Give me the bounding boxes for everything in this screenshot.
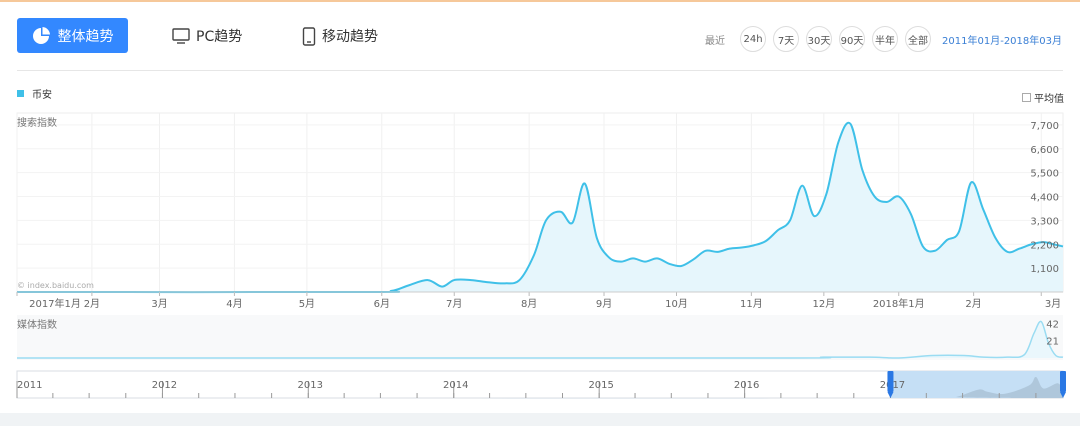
y-tick-label: 4,400 xyxy=(1030,193,1059,204)
handle-bar xyxy=(887,371,894,392)
navigator-year-label: 2016 xyxy=(734,380,759,391)
y-tick-label: 7,700 xyxy=(1030,121,1059,132)
x-tick-label: 2018年1月 xyxy=(873,297,925,310)
x-tick-label: 12月 xyxy=(812,298,835,310)
series-area-fill xyxy=(17,122,1063,293)
y-tick-label: 1,100 xyxy=(1030,264,1059,275)
navigator-year-label: 2012 xyxy=(152,380,177,391)
navigator-year-label: 2015 xyxy=(588,380,613,391)
media-y-tick-label: 42 xyxy=(1046,319,1059,330)
navigator-year-label: 2011 xyxy=(17,380,42,391)
search-index-axis-label: 搜索指数 xyxy=(17,116,57,129)
x-tick-label: 4月 xyxy=(226,298,242,310)
x-tick-label: 2月 xyxy=(84,298,100,310)
x-tick-label: 10月 xyxy=(665,298,688,310)
y-tick-label: 2,200 xyxy=(1030,240,1059,251)
x-tick-label: 9月 xyxy=(596,298,612,310)
x-tick-label: 6月 xyxy=(374,298,390,310)
trend-chart: 1,100 2,200 3,300 4,400 5,500 6,600 7,700 2017… xyxy=(16,112,1066,399)
media-index-axis-label: 媒体指数 xyxy=(17,318,57,331)
x-tick-label: 3月 xyxy=(1045,298,1061,310)
x-tick-label: 5月 xyxy=(299,298,315,310)
media-y-tick-label: 21 xyxy=(1046,337,1059,348)
x-tick-label: 11月 xyxy=(740,298,763,310)
watermark: © index.baidu.com xyxy=(17,281,94,290)
y-tick-label: 3,300 xyxy=(1030,216,1059,227)
navigator-year-label: 2013 xyxy=(298,380,323,391)
media-panel-background xyxy=(17,315,1063,360)
navigator-year-label: 2014 xyxy=(443,380,468,391)
page-footer xyxy=(0,413,1080,426)
y-tick-label: 6,600 xyxy=(1030,145,1059,156)
x-tick-label: 7月 xyxy=(446,298,462,310)
x-tick-label: 2月 xyxy=(965,298,981,310)
x-tick-label: 8月 xyxy=(521,298,537,310)
handle-bar xyxy=(1060,371,1066,392)
x-tick-label: 3月 xyxy=(151,298,167,310)
y-tick-label: 5,500 xyxy=(1030,169,1059,180)
x-tick-label: 2017年1月 xyxy=(29,297,81,310)
